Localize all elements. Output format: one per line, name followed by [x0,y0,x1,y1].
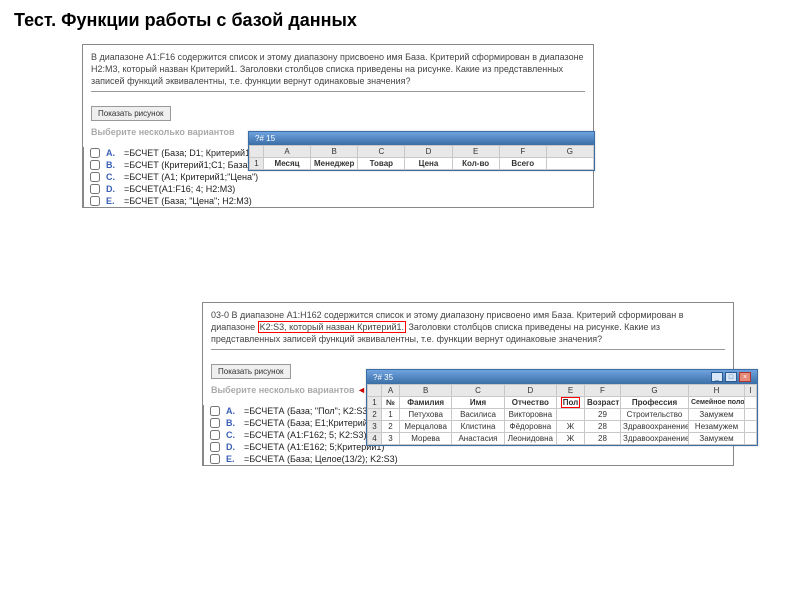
spreadsheet-grid: ABCDEFGHI 1№ФамилияИмяОтчествоПолВозраст… [367,384,757,445]
minimize-icon[interactable]: _ [711,372,723,382]
option-letter: C. [106,172,124,182]
option-letter: E. [106,196,124,206]
question-text-2: 03-0 В диапазоне A1:H162 содержится спис… [211,309,725,345]
checkbox[interactable] [90,184,100,194]
option-letter: A. [226,406,244,416]
option-formula: =БСЧЕТ (База; D1; Критерий1) [124,148,253,158]
maximize-icon[interactable]: □ [725,372,737,382]
option-formula: =БСЧЕТА (A1:E162; 5;Критерий1) [244,442,384,452]
checkbox[interactable] [90,196,100,206]
checkbox[interactable] [210,430,220,440]
option-formula: =БСЧЕТ (Критерий1;C1; База) [124,160,251,170]
divider [211,349,725,350]
question-text-1: В диапазоне A1:F16 содержится список и э… [91,51,585,87]
question-card-1: В диапазоне A1:F16 содержится список и э… [82,44,594,208]
window-title: ?# 15 [255,134,275,143]
option-row[interactable]: C.=БСЧЕТ (A1; Критерий1;"Цена") [84,171,593,183]
close-icon[interactable]: × [739,372,751,382]
option-row[interactable]: E.=БСЧЕТА (База; Целое(13/2); K2:S3) [204,453,733,465]
option-row[interactable]: D.=БСЧЕТ(A1:F16; 4; H2:M3) [84,183,593,195]
checkbox[interactable] [210,418,220,428]
option-formula: =БСЧЕТА (A1:F162; 5; K2:S3) [244,430,367,440]
highlighted-range: K2:S3, который назван Критерий1. [258,321,406,333]
option-letter: A. [106,148,124,158]
window-buttons: _ □ × [711,372,751,382]
option-formula: =БСЧЕТА (База; E1;Критерий1) [244,418,376,428]
option-formula: =БСЧЕТА (База; Целое(13/2); K2:S3) [244,454,398,464]
show-image-button-2[interactable]: Показать рисунок [211,364,291,379]
option-formula: =БСЧЕТ(A1:F16; 4; H2:M3) [124,184,235,194]
window-titlebar: ?# 35 _ □ × [367,370,757,384]
show-image-button-1[interactable]: Показать рисунок [91,106,171,121]
window-title: ?# 35 [373,373,393,382]
checkbox[interactable] [210,442,220,452]
red-arrow-icon: ◄ [355,385,366,395]
window-titlebar: ?# 15 [249,132,594,145]
checkbox[interactable] [210,406,220,416]
option-letter: B. [226,418,244,428]
option-letter: D. [106,184,124,194]
spreadsheet-window-2: ?# 35 _ □ × ABCDEFGHI 1№ФамилияИмяОтчест… [366,369,758,446]
option-letter: C. [226,430,244,440]
option-row[interactable]: E.=БСЧЕТ (База; "Цена"; H2:M3) [84,195,593,207]
checkbox[interactable] [90,148,100,158]
page-title: Тест. Функции работы с базой данных [0,0,800,41]
option-formula: =БСЧЕТ (База; "Цена"; H2:M3) [124,196,252,206]
checkbox[interactable] [90,160,100,170]
option-formula: =БСЧЕТА (База; "Пол"; K2:S3) [244,406,370,416]
option-letter: E. [226,454,244,464]
spreadsheet-grid: ABCDEFG 1МесяцМенеджерТоварЦенаКол-воВсе… [249,145,594,170]
divider [91,91,585,92]
option-letter: D. [226,442,244,452]
option-letter: B. [106,160,124,170]
spreadsheet-window-1: ?# 15 ABCDEFG 1МесяцМенеджерТоварЦенаКол… [248,131,595,171]
checkbox[interactable] [210,454,220,464]
checkbox[interactable] [90,172,100,182]
option-formula: =БСЧЕТ (A1; Критерий1;"Цена") [124,172,258,182]
